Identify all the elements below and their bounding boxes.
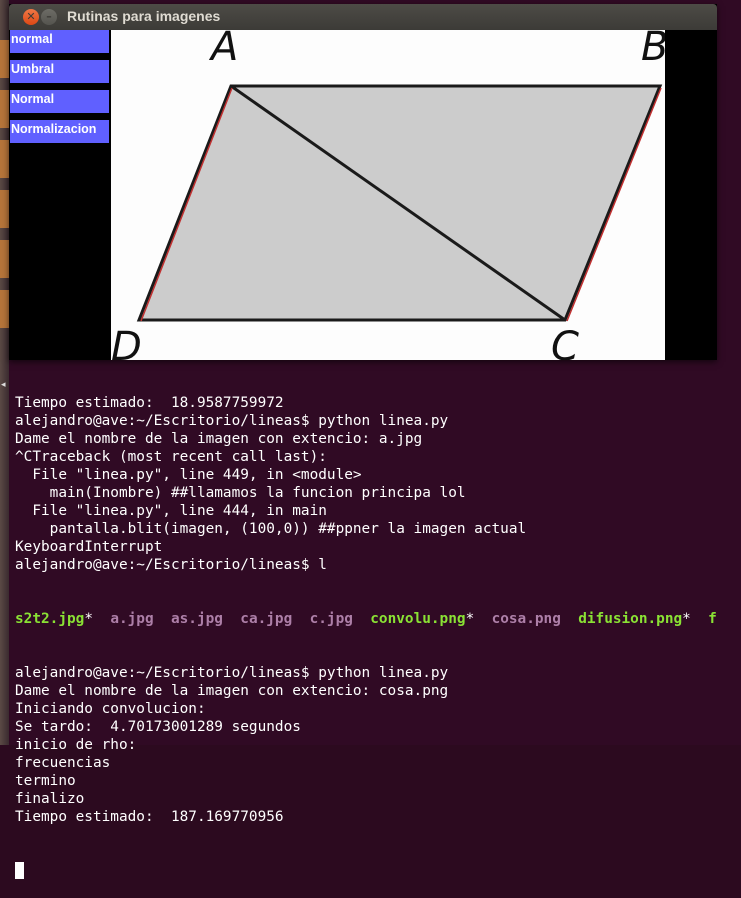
terminal-line: main(Inombre) ##llamamos la funcion prin… [15,485,466,501]
terminal-line: termino [15,773,76,789]
terminal-prompt-line[interactable] [15,862,741,880]
terminal-line: pantalla.blit(imagen, (100,0)) ##ppner l… [15,521,527,537]
window-titlebar[interactable]: ✕ – Rutinas para imagenes [9,4,717,30]
vertex-label-c: C [551,324,579,360]
file-entry: convolu.png [370,611,466,627]
terminal-line: inicio de rho: [15,737,137,753]
terminal-output: Tiempo estimado: 18.9587759972 alejandro@… [15,358,741,898]
file-suffix: * [84,611,93,627]
launcher-item[interactable] [0,140,9,178]
terminal-line: Tiempo estimado: 18.9587759972 [15,395,284,411]
file-entry: s2t2.jpg [15,611,85,627]
file-entry: cosa.png [491,611,561,627]
file-entry: f [708,611,717,627]
launcher-item[interactable] [0,240,9,278]
vertex-label-b: B [641,30,665,70]
close-icon: ✕ [26,10,36,23]
terminal-line: Se tardo: 4.70173001289 segundos [15,719,301,735]
file-entry: ca.jpg [240,611,293,627]
terminal-line: File "linea.py", line 449, in <module> [15,467,362,483]
menu-item-normal[interactable]: normal [10,30,109,53]
launcher-item[interactable] [0,190,9,228]
minimize-button[interactable]: – [41,9,57,25]
parallelogram-image: A B C D [111,30,665,360]
file-entry: difusion.png [578,611,683,627]
launcher-strip: ◂ [0,0,9,745]
menu-item-normalizacion[interactable]: Normalizacion [10,120,109,143]
terminal-line: ^CTraceback (most recent call last): [15,449,327,465]
file-suffix: * [682,611,691,627]
image-display: A B C D [111,30,665,360]
terminal-line: alejandro@ave:~/Escritorio/lineas$ pytho… [15,665,449,681]
menu-item-normal-2[interactable]: Normal [10,90,109,113]
routine-menu: normal Umbral Normal Normalizacion [10,30,111,360]
file-entry: c.jpg [309,611,353,627]
terminal-line: frecuencias [15,755,111,771]
menu-item-umbral[interactable]: Umbral [10,60,109,83]
launcher-item[interactable] [0,290,9,328]
terminal-line: File "linea.py", line 444, in main [15,503,327,519]
terminal-line: alejandro@ave:~/Escritorio/lineas$ l [15,557,327,573]
terminal-line: KeyboardInterrupt [15,539,163,555]
vertex-label-d: D [111,324,142,360]
vertex-label-a: A [208,30,238,70]
terminal-line: finalizo [15,791,85,807]
pygame-canvas[interactable]: normal Umbral Normal Normalizacion A B C… [10,30,716,360]
ls-output-line: s2t2.jpg* a.jpg as.jpg ca.jpg c.jpg conv… [15,610,741,628]
text-cursor [15,862,24,879]
terminal-line: Iniciando convolucion: [15,701,206,717]
launcher-item[interactable] [0,90,9,128]
file-entry: as.jpg [170,611,223,627]
pygame-window: ✕ – Rutinas para imagenes normal Umbral … [9,4,717,360]
launcher-arrow-icon: ◂ [1,380,6,390]
launcher-item[interactable] [0,40,9,78]
terminal-line: alejandro@ave:~/Escritorio/lineas$ pytho… [15,413,449,429]
file-suffix: * [465,611,475,627]
close-button[interactable]: ✕ [23,9,39,25]
terminal-line: Tiempo estimado: 187.169770956 [15,809,284,825]
file-entry: a.jpg [110,611,154,627]
terminal-line: Dame el nombre de la imagen con extencio… [15,683,449,699]
window-title: Rutinas para imagenes [67,8,221,24]
minimize-icon: – [46,10,52,23]
terminal-line: Dame el nombre de la imagen con extencio… [15,431,423,447]
